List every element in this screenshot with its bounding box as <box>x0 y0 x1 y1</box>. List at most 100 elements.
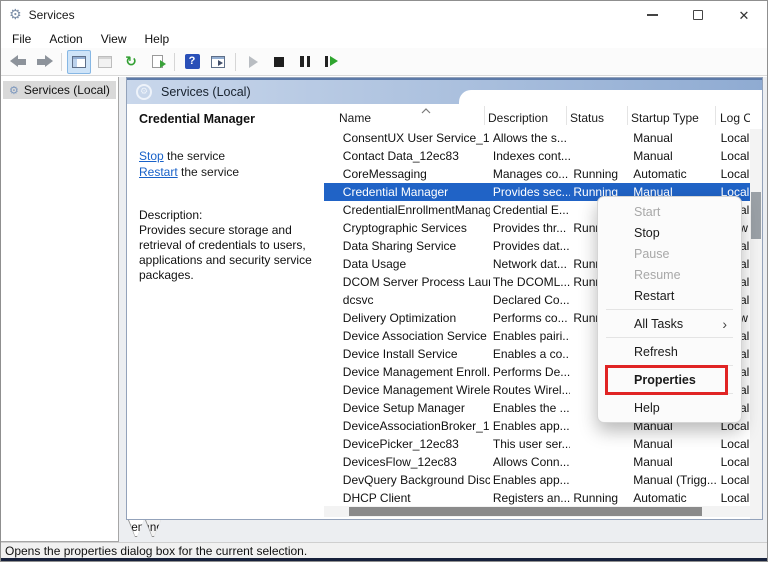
refresh-button[interactable] <box>119 50 143 74</box>
cell-name: DevicesFlow_12ec83 <box>343 455 490 469</box>
cell-startup: Manual <box>633 149 716 163</box>
help-icon <box>185 54 200 69</box>
vertical-scrollbar[interactable] <box>750 129 762 519</box>
sort-ascending-icon[interactable] <box>420 108 432 114</box>
service-row[interactable]: DHCP ClientRegisters an...RunningAutomat… <box>324 489 752 507</box>
menu-view[interactable]: View <box>92 30 136 48</box>
service-row[interactable]: DevicesFlow_12ec83Allows Conn... Manual Lo… <box>324 453 752 471</box>
cell-name: CredentialEnrollmentManag... <box>343 203 490 217</box>
column-header-log-on-as[interactable]: Log On As <box>716 111 750 125</box>
minimize-icon <box>647 14 658 16</box>
menu-help[interactable]: Help <box>136 30 179 48</box>
export-list-icon <box>152 55 163 68</box>
horizontal-scrollbar[interactable] <box>324 506 752 517</box>
context-menu-item-properties[interactable]: Properties <box>598 369 741 390</box>
context-menu-item-all-tasks[interactable]: All Tasks <box>598 313 741 334</box>
cell-startup: Automatic <box>633 167 716 181</box>
cell-desc: Allows the s... <box>493 131 570 145</box>
menu-file[interactable]: File <box>3 30 40 48</box>
properties-button[interactable] <box>93 50 117 74</box>
service-row[interactable]: DevQuery Background Disc...Enables app..… <box>324 471 752 489</box>
pane-header-gear-icon <box>136 84 152 100</box>
tab-extended[interactable]: Extended <box>128 520 144 537</box>
close-icon: ✕ <box>739 9 750 22</box>
refresh-icon <box>125 55 137 69</box>
column-header-startup-type[interactable]: Startup Type <box>628 106 716 125</box>
context-menu-item-refresh[interactable]: Refresh <box>598 341 741 362</box>
service-row[interactable]: Contact Data_12ec83Indexes cont...Manual… <box>324 147 752 165</box>
cell-name: Credential Manager <box>343 185 490 199</box>
pane-header-title: Services (Local) <box>161 85 251 99</box>
pause-service-icon <box>300 56 310 67</box>
service-row[interactable]: CoreMessagingManages co...RunningAutomat… <box>324 165 752 183</box>
context-menu-item-start[interactable]: Start <box>598 201 741 222</box>
show-console-tree-button[interactable] <box>67 50 91 74</box>
cell-name: Device Setup Manager <box>343 401 490 415</box>
show-action-pane-button[interactable] <box>206 50 230 74</box>
cell-desc: This user ser... <box>493 437 570 451</box>
cell-status: Running <box>573 167 630 181</box>
cell-desc: Provides sec... <box>493 185 570 199</box>
export-list-button[interactable] <box>145 50 169 74</box>
list-header-row: NameDescriptionStatusStartup TypeLog On … <box>324 106 750 129</box>
selected-service-name: Credential Manager <box>139 112 324 126</box>
service-row[interactable]: DevicePicker_12ec83This user ser... Manua… <box>324 435 752 453</box>
restart-service-link[interactable]: Restart <box>139 165 178 179</box>
cell-desc: Allows Conn... <box>493 455 570 469</box>
pause-service-button[interactable] <box>293 50 317 74</box>
column-header-name[interactable]: Name <box>339 106 485 125</box>
cell-name: Device Association Service <box>343 329 490 343</box>
column-header-description[interactable]: Description <box>485 106 567 125</box>
cell-logon: Local <box>721 437 752 451</box>
close-button[interactable]: ✕ <box>721 1 767 29</box>
forward-icon <box>36 55 53 68</box>
back-icon <box>10 55 27 68</box>
help-button[interactable] <box>180 50 204 74</box>
restart-service-icon <box>325 56 338 67</box>
context-menu-item-help[interactable]: Help <box>598 397 741 418</box>
back-button[interactable] <box>6 50 30 74</box>
menu-action[interactable]: Action <box>40 30 91 48</box>
cell-desc: Performs co... <box>493 311 570 325</box>
maximize-button[interactable] <box>675 1 721 29</box>
vertical-scrollbar-thumb[interactable] <box>751 192 761 239</box>
title-bar[interactable]: ⚙ Services ✕ <box>1 1 767 29</box>
context-menu: StartStopPauseResumeRestart All Tasks Refr… <box>597 196 742 423</box>
cell-startup: Manual <box>633 437 716 451</box>
sidebar-item-services-local[interactable]: ⚙ Services (Local) <box>3 81 116 99</box>
menu-separator <box>606 365 733 366</box>
cell-desc: Enables app... <box>493 419 570 433</box>
context-menu-item-stop[interactable]: Stop <box>598 222 741 243</box>
stop-service-button[interactable] <box>267 50 291 74</box>
context-menu-item-resume[interactable]: Resume <box>598 264 741 285</box>
cell-logon: Local <box>721 131 752 145</box>
cell-desc: Declared Co... <box>493 293 570 307</box>
cell-status: Running <box>573 491 630 505</box>
horizontal-scrollbar-thumb[interactable] <box>349 507 702 516</box>
cell-desc: Credential E... <box>493 203 570 217</box>
stop-service-link[interactable]: Stop <box>139 149 164 163</box>
column-header-status[interactable]: Status <box>567 106 628 125</box>
context-menu-item-restart[interactable]: Restart <box>598 285 741 306</box>
properties-highlight-box <box>605 365 728 395</box>
cell-desc: Enables pairi... <box>493 329 570 343</box>
cell-desc: Routes Wirel... <box>493 383 570 397</box>
minimize-button[interactable] <box>629 1 675 29</box>
service-row[interactable]: ConsentUX User Service_12e...Allows the … <box>324 129 752 147</box>
tab-standard[interactable]: Standard <box>145 520 161 537</box>
cell-desc: The DCOML... <box>493 275 570 289</box>
cell-logon: Local <box>721 473 752 487</box>
cell-startup: Manual <box>633 455 716 469</box>
restart-service-button[interactable] <box>319 50 343 74</box>
status-bar-text: Opens the properties dialog box for the … <box>5 544 307 558</box>
cell-logon: Local <box>721 455 752 469</box>
cell-name: CoreMessaging <box>343 167 490 181</box>
context-menu-item-pause[interactable]: Pause <box>598 243 741 264</box>
menu-separator <box>606 337 733 338</box>
start-service-button[interactable] <box>241 50 265 74</box>
cell-logon: Local <box>721 491 752 505</box>
cell-name: DevicePicker_12ec83 <box>343 437 490 451</box>
cell-startup: Manual <box>633 131 716 145</box>
forward-button[interactable] <box>32 50 56 74</box>
cell-desc: Network dat... <box>493 257 570 271</box>
